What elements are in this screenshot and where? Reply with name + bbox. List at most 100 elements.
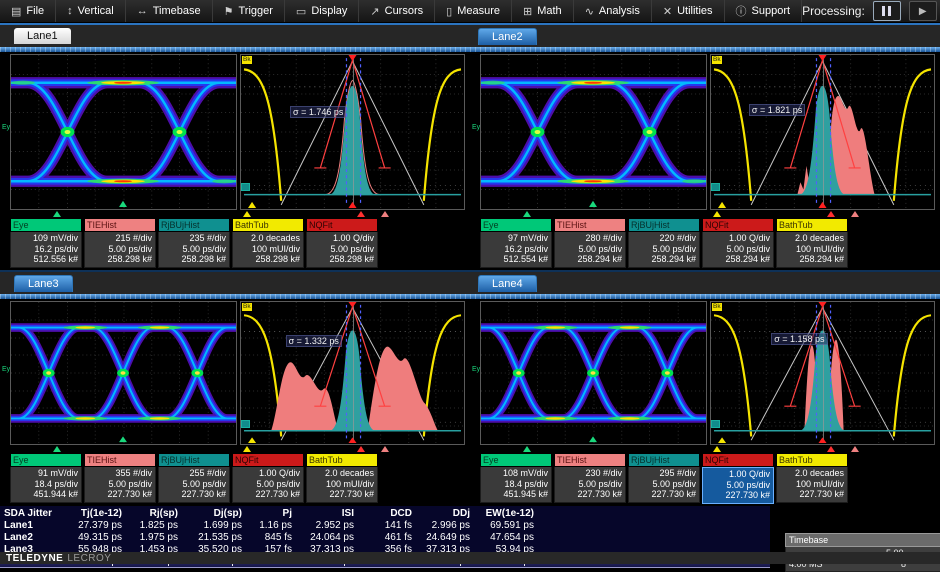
footer-bar: TELEDYNE LECROY bbox=[0, 552, 940, 564]
descriptor-bathtub[interactable]: BathTub 2.0 decades100 mUI/div258.298 k# bbox=[232, 218, 304, 268]
table-row-lane1[interactable]: Lane1 bbox=[0, 520, 68, 532]
descriptor-values: 2.0 decades100 mUI/div258.298 k# bbox=[232, 232, 304, 268]
eye-position-marker[interactable] bbox=[53, 446, 61, 452]
menu-math[interactable]: ⊞Math bbox=[512, 0, 574, 22]
descriptor-rjbujhist[interactable]: RjBUjHist 235 #/div5.00 ps/div258.298 k# bbox=[158, 218, 230, 268]
descriptor-eye[interactable]: Eye 91 mV/div18.4 ps/div451.944 k# bbox=[10, 453, 82, 503]
descriptor-values: 108 mV/div18.4 ps/div451.945 k# bbox=[480, 467, 552, 503]
descriptor-rjbujhist[interactable]: RjBUjHist 295 #/div5.00 ps/div227.730 k# bbox=[628, 453, 700, 504]
cell: 2.996 ps bbox=[416, 520, 474, 532]
lane2-eye-diagram-panel[interactable]: Ey bbox=[480, 54, 707, 210]
eye-position-marker[interactable] bbox=[53, 211, 61, 217]
lane1-jitter-histogram-panel[interactable]: Bk σ = 1.746 ps bbox=[240, 54, 465, 210]
lane3-section: Lane3 Ey Bk σ = 1.332 ps Eye bbox=[0, 270, 470, 504]
descriptor-values: 235 #/div5.00 ps/div258.298 k# bbox=[158, 232, 230, 268]
nqfit-position-marker[interactable] bbox=[827, 446, 835, 452]
descriptor-values: 1.00 Q/div5.00 ps/div227.730 k# bbox=[232, 467, 304, 503]
menu-label: Trigger bbox=[238, 5, 272, 17]
lane4-separator-bar bbox=[470, 294, 940, 299]
nqfit-position-marker[interactable] bbox=[357, 446, 365, 452]
menu-label: Display bbox=[311, 5, 347, 17]
descriptor-tiehist[interactable]: TIEHist 355 #/div5.00 ps/div227.730 k# bbox=[84, 453, 156, 503]
descriptor-nqfit-selected[interactable]: NQFit 1.00 Q/div5.00 ps/div227.730 k# bbox=[702, 453, 774, 504]
menu-utilities[interactable]: ✕Utilities bbox=[652, 0, 725, 22]
descriptor-tiehist[interactable]: TIEHist 280 #/div5.00 ps/div258.294 k# bbox=[554, 218, 626, 268]
eye-position-marker[interactable] bbox=[523, 211, 531, 217]
lane4-jitter-histogram-panel[interactable]: Bk σ = 1.158 ps bbox=[710, 301, 935, 445]
menu-label: Utilities bbox=[677, 5, 712, 17]
descriptor-nqfit[interactable]: NQFit 1.00 Q/div5.00 ps/div258.298 k# bbox=[306, 218, 378, 268]
descriptor-bathtub[interactable]: BathTub 2.0 decades100 mUI/div227.730 k# bbox=[306, 453, 378, 503]
tab-lane1[interactable]: Lane1 bbox=[14, 28, 71, 44]
descriptor-rjbujhist[interactable]: RjBUjHist 220 #/div5.00 ps/div258.294 k# bbox=[628, 218, 700, 268]
pause-button[interactable] bbox=[873, 1, 901, 21]
descriptor-title: BathTub bbox=[776, 218, 848, 232]
brand-lecroy: LECROY bbox=[67, 553, 111, 564]
lane3-eye-diagram-panel[interactable]: Ey bbox=[10, 301, 237, 445]
bathtub-position-marker[interactable] bbox=[243, 211, 251, 217]
lane1-descriptors: Eye 109 mV/div16.2 ps/div512.556 k# TIEH… bbox=[0, 218, 470, 268]
descriptor-eye[interactable]: Eye 97 mV/div16.2 ps/div512.554 k# bbox=[480, 218, 552, 268]
lane3-jitter-histogram-panel[interactable]: Bk σ = 1.332 ps bbox=[240, 301, 465, 445]
descriptor-bathtub[interactable]: BathTub 2.0 decades100 mUI/div227.730 k# bbox=[776, 453, 848, 504]
menu-analysis[interactable]: ∿Analysis bbox=[574, 0, 652, 22]
menu-cursors[interactable]: ↗ Cursors bbox=[359, 0, 435, 22]
descriptor-rjbujhist[interactable]: RjBUjHist 255 #/div5.00 ps/div227.730 k# bbox=[158, 453, 230, 503]
measure-icon: ▯ bbox=[446, 5, 452, 18]
support-icon: ⓘ bbox=[736, 3, 747, 19]
descriptor-title: NQFit bbox=[702, 218, 774, 232]
top-menu-bar: ▤File ↕Vertical ↔Timebase ⚑ Trigger ▭ Disp… bbox=[0, 0, 940, 23]
bathtub-position-marker[interactable] bbox=[243, 446, 251, 452]
tiehist-position-marker[interactable] bbox=[851, 211, 859, 217]
descriptor-title: BathTub bbox=[776, 453, 848, 467]
menu-measure[interactable]: ▯Measure bbox=[435, 0, 512, 22]
descriptor-tiehist[interactable]: TIEHist 215 #/div5.00 ps/div258.298 k# bbox=[84, 218, 156, 268]
nqfit-position-marker[interactable] bbox=[827, 211, 835, 217]
menu-vertical[interactable]: ↕Vertical bbox=[56, 0, 126, 22]
descriptor-title: TIEHist bbox=[84, 218, 156, 232]
descriptor-eye[interactable]: Eye 108 mV/div18.4 ps/div451.945 k# bbox=[480, 453, 552, 504]
eye-position-marker[interactable] bbox=[523, 446, 531, 452]
descriptor-nqfit[interactable]: NQFit 1.00 Q/div5.00 ps/div227.730 k# bbox=[232, 453, 304, 503]
menu-label: Vertical bbox=[78, 5, 114, 17]
play-icon: ▶ bbox=[919, 6, 927, 17]
cell: 141 fs bbox=[358, 520, 416, 532]
descriptor-eye[interactable]: Eye 109 mV/div16.2 ps/div512.556 k# bbox=[10, 218, 82, 268]
descriptor-bathtub[interactable]: BathTub 2.0 decades100 mUI/div258.294 k# bbox=[776, 218, 848, 268]
menu-label: Cursors bbox=[385, 5, 424, 17]
menu-timebase[interactable]: ↔Timebase bbox=[126, 0, 213, 22]
tiehist-position-marker[interactable] bbox=[381, 211, 389, 217]
descriptor-title: Eye bbox=[480, 218, 552, 232]
descriptor-title: RjBUjHist bbox=[628, 218, 700, 232]
menu-support[interactable]: ⓘSupport bbox=[725, 0, 803, 22]
cursors-icon: ↗ bbox=[370, 5, 379, 18]
display-icon: ▭ bbox=[296, 5, 306, 18]
lane1-eye-diagram-panel[interactable]: Ey bbox=[10, 54, 237, 210]
tab-lane2[interactable]: Lane2 bbox=[478, 28, 537, 45]
sigma-annotation: σ = 1.746 ps bbox=[290, 106, 346, 118]
bathtub-position-marker[interactable] bbox=[713, 446, 721, 452]
descriptor-title: NQFit bbox=[232, 453, 304, 467]
lane-grid: Lane1 Ey Bk σ = 1.746 ps Eye bbox=[0, 23, 940, 504]
tiehist-position-marker[interactable] bbox=[381, 446, 389, 452]
tab-lane3[interactable]: Lane3 bbox=[14, 275, 73, 292]
tiehist-position-marker[interactable] bbox=[851, 446, 859, 452]
menu-display[interactable]: ▭ Display bbox=[285, 0, 359, 22]
descriptor-nqfit[interactable]: NQFit 1.00 Q/div5.00 ps/div258.294 k# bbox=[702, 218, 774, 268]
descriptor-tiehist[interactable]: TIEHist 230 #/div5.00 ps/div227.730 k# bbox=[554, 453, 626, 504]
menu-items: ▤File ↕Vertical ↔Timebase ⚑ Trigger ▭ Disp… bbox=[0, 0, 802, 22]
tab-lane4[interactable]: Lane4 bbox=[478, 275, 537, 292]
lane4-eye-diagram-panel[interactable]: Ey bbox=[480, 301, 707, 445]
lane2-jitter-histogram-panel[interactable]: Bk σ = 1.821 ps bbox=[710, 54, 935, 210]
eye-diagram-plot bbox=[11, 55, 236, 209]
lane1-tab-row: Lane1 bbox=[0, 25, 470, 47]
play-button[interactable]: ▶ bbox=[909, 1, 937, 21]
table-row-lane2[interactable]: Lane2 bbox=[0, 532, 68, 544]
bathtub-position-marker[interactable] bbox=[713, 211, 721, 217]
trigger-icon: ⚑ bbox=[224, 5, 234, 18]
menu-trigger[interactable]: ⚑ Trigger bbox=[213, 0, 285, 22]
menu-file[interactable]: ▤File bbox=[0, 0, 56, 22]
nqfit-position-marker[interactable] bbox=[357, 211, 365, 217]
eye-diagram-plot bbox=[11, 302, 236, 444]
lane4-cursor-markers bbox=[470, 445, 940, 453]
